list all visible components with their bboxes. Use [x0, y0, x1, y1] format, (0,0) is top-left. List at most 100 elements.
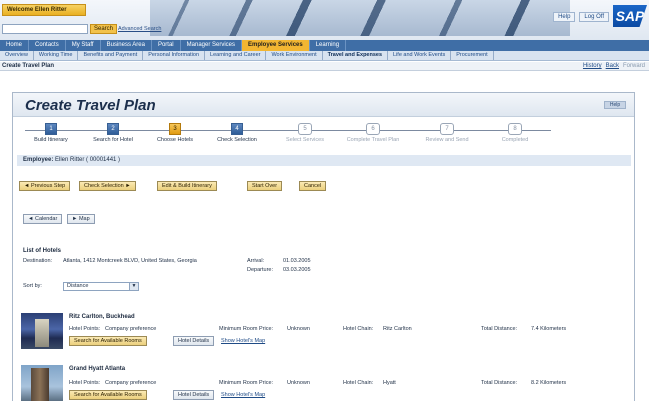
sort-by-select[interactable]: Distance ▼: [63, 282, 139, 291]
hotel-details-button[interactable]: Hotel Details: [173, 390, 215, 400]
portal-banner: Welcome Ellen Ritter Search Advanced Sea…: [0, 0, 649, 40]
arrival-label: Arrival:: [247, 258, 265, 264]
min-room-price-label: Minimum Room Price:: [219, 326, 274, 332]
hotel-chain-label: Hotel Chain:: [343, 326, 374, 332]
subnav-life-work-events[interactable]: Life and Work Events: [388, 51, 452, 60]
banner-decoration: [150, 0, 570, 36]
hotel-chain-label: Hotel Chain:: [343, 380, 374, 386]
forward-link[interactable]: Forward: [623, 63, 645, 69]
roadmap-step-build-itinerary[interactable]: 1 Build Itinerary: [21, 123, 81, 143]
subnav-learning-career[interactable]: Learning and Career: [205, 51, 267, 60]
advanced-search-link[interactable]: Advanced Search: [118, 26, 161, 32]
nav-tab-manager-services[interactable]: Manager Services: [181, 40, 243, 51]
log-off-link[interactable]: Log Off: [579, 12, 609, 22]
roadmap-step-number: 2: [107, 123, 119, 135]
subnav-personal-information[interactable]: Personal Information: [143, 51, 206, 60]
employee-bar: Employee: Ellen Ritter ( 00001441 ): [17, 155, 631, 166]
search-available-rooms-button[interactable]: Search for Available Rooms: [69, 390, 147, 400]
roadmap-step-number: 4: [231, 123, 243, 135]
hotel-chain-value: Ritz Carlton: [383, 326, 412, 332]
chevron-down-icon[interactable]: ▼: [129, 283, 138, 290]
detailed-navigation: Overview Working Time Benefits and Payme…: [0, 51, 649, 61]
roadmap-step-choose-hotels[interactable]: 3 Choose Hotels: [145, 123, 205, 143]
employee-label: Employee:: [23, 157, 54, 163]
search-available-rooms-button[interactable]: Search for Available Rooms: [69, 336, 147, 346]
page-title: Create Travel Plan: [2, 63, 55, 69]
nav-tab-portal[interactable]: Portal: [152, 40, 181, 51]
min-room-price-label: Minimum Room Price:: [219, 380, 274, 386]
roadmap-step-number: 5: [298, 123, 312, 135]
roadmap-step-search-hotel[interactable]: 2 Search for Hotel: [83, 123, 143, 143]
subnav-working-time[interactable]: Working Time: [34, 51, 79, 60]
roadmap-step-label: Review and Send: [425, 137, 469, 143]
total-distance-label: Total Distance:: [481, 326, 518, 332]
nav-tab-contacts[interactable]: Contacts: [29, 40, 66, 51]
sap-logo: SAP: [613, 5, 647, 27]
roadmap-step-label: Build Itinerary: [34, 137, 68, 143]
calendar-view-button[interactable]: ◄ Calendar: [23, 214, 63, 224]
nav-tab-my-staff[interactable]: My Staff: [66, 40, 101, 51]
welcome-message: Welcome Ellen Ritter: [2, 4, 86, 16]
nav-tab-learning[interactable]: Learning: [310, 40, 347, 51]
previous-step-button[interactable]: ◄ Previous Step: [19, 181, 71, 191]
edit-build-itinerary-button[interactable]: Edit & Build Itinerary: [157, 181, 217, 191]
nav-tab-business-area[interactable]: Business Area: [101, 40, 152, 51]
employee-info: Employee: Ellen Ritter ( 00001441 ): [23, 157, 120, 163]
portal-search-button[interactable]: Search: [90, 24, 118, 34]
top-level-navigation: Home Contacts My Staff Business Area Por…: [0, 40, 649, 51]
show-hotel-map-link[interactable]: Show Hotel's Map: [221, 392, 265, 398]
roadmap-step-completed[interactable]: 8 Completed: [485, 123, 545, 143]
history-controls: History Back Forward: [583, 63, 645, 69]
sort-by-label: Sort by:: [23, 283, 42, 289]
roadmap-step-label: Choose Hotels: [156, 137, 194, 143]
roadmap-step-label: Search for Hotel: [93, 137, 133, 143]
history-link[interactable]: History: [583, 63, 602, 69]
nav-tab-employee-services[interactable]: Employee Services: [242, 40, 310, 51]
sort-by-value: Distance: [67, 283, 89, 289]
top-links: Help Log Off: [553, 12, 609, 22]
page-header: Create Travel Plan History Back Forward: [0, 62, 649, 71]
show-hotel-map-link[interactable]: Show Hotel's Map: [221, 338, 265, 344]
travel-plan-frame: Create Travel Plan Help 1 Build Itinerar…: [12, 92, 635, 401]
hotel-chain-value: Hyatt: [383, 380, 396, 386]
roadmap-step-label: Complete Travel Plan: [346, 137, 400, 143]
back-link[interactable]: Back: [606, 63, 619, 69]
cancel-button[interactable]: Cancel: [299, 181, 327, 191]
frame-help-button[interactable]: Help: [604, 101, 626, 109]
hotel-name[interactable]: Grand Hyatt Atlanta: [69, 366, 125, 372]
total-distance-label: Total Distance:: [481, 380, 518, 386]
hotel-image[interactable]: [21, 365, 63, 401]
check-selection-button[interactable]: Check Selection ►: [79, 181, 136, 191]
roadmap-step-select-services[interactable]: 5 Select Services: [275, 123, 335, 143]
subnav-overview[interactable]: Overview: [0, 51, 34, 60]
hotel-points-value: Company preference: [105, 326, 157, 332]
list-of-hotels-title: List of Hotels: [23, 248, 62, 254]
roadmap-step-complete-travel-plan[interactable]: 6 Complete Travel Plan: [343, 123, 403, 143]
hotel-points-label: Hotel Points:: [69, 380, 101, 386]
subnav-benefits-payment[interactable]: Benefits and Payment: [78, 51, 144, 60]
destination-value: Atlanta, 1412 Montcreek BLVD, United Sta…: [63, 258, 197, 264]
hotel-image[interactable]: [21, 313, 63, 349]
roadmap-step-check-selection[interactable]: 4 Check Selection: [207, 123, 267, 143]
start-over-button[interactable]: Start Over: [247, 181, 283, 191]
hotel-points-value: Company preference: [105, 380, 157, 386]
help-link[interactable]: Help: [553, 12, 576, 22]
roadmap-step-review-send[interactable]: 7 Review and Send: [417, 123, 477, 143]
roadmap-step-label: Select Services: [286, 137, 324, 143]
nav-tab-home[interactable]: Home: [0, 40, 30, 51]
roadmap-step-label: Completed: [501, 137, 529, 143]
subnav-work-environment[interactable]: Work Environment: [266, 51, 323, 60]
min-room-price-value: Unknown: [287, 326, 310, 332]
roadmap: 1 Build Itinerary 2 Search for Hotel 3 C…: [17, 120, 631, 150]
destination-label: Destination:: [23, 258, 53, 264]
portal-search-input[interactable]: [2, 24, 88, 34]
subnav-procurement[interactable]: Procurement: [451, 51, 494, 60]
roadmap-step-number: 3: [169, 123, 181, 135]
roadmap-step-number: 7: [440, 123, 454, 135]
hotel-details-button[interactable]: Hotel Details: [173, 336, 215, 346]
hotel-name[interactable]: Ritz Carlton, Buckhead: [69, 314, 135, 320]
employee-value: Ellen Ritter ( 00001441 ): [55, 157, 121, 163]
subnav-travel-expenses[interactable]: Travel and Expenses: [323, 51, 389, 60]
roadmap-step-number: 6: [366, 123, 380, 135]
map-view-button[interactable]: ► Map: [67, 214, 95, 224]
